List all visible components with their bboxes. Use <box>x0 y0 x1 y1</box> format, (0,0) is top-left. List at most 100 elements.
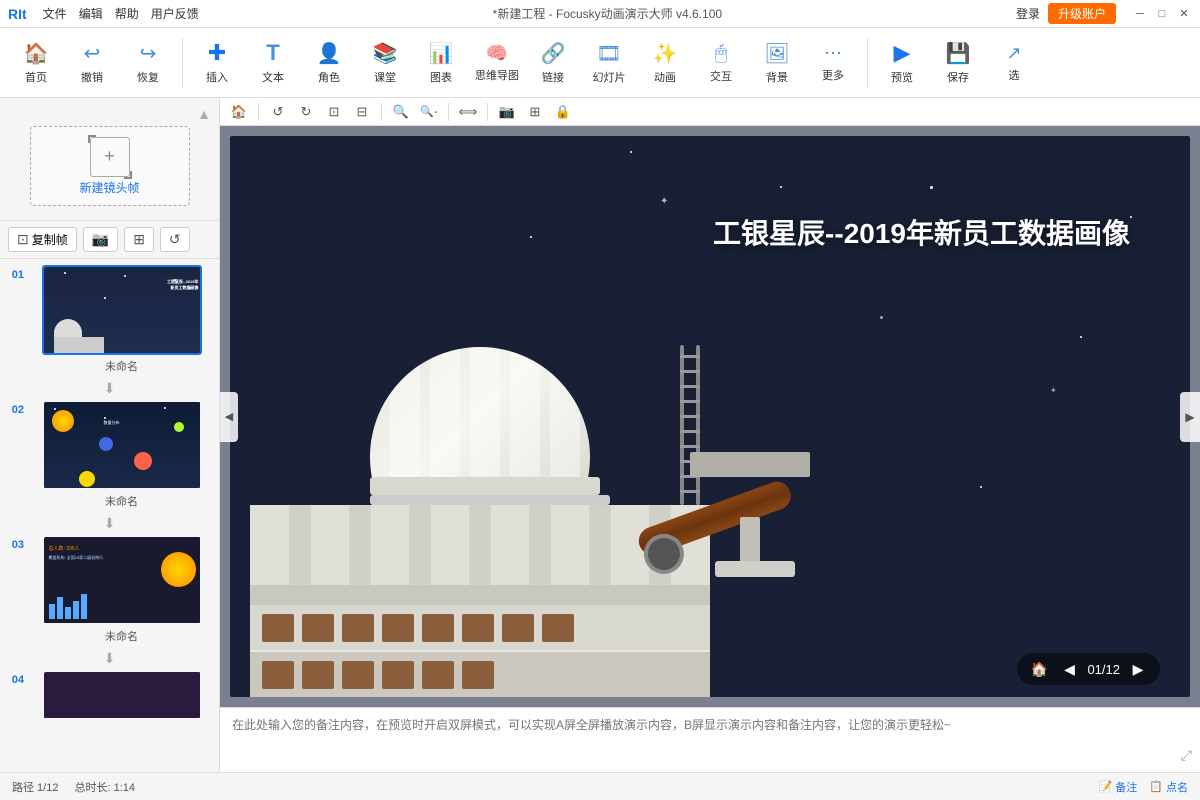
toolbar-select-label: 选 <box>1009 67 1020 83</box>
slide-navigation: 🏠 ◀ 01/12 ▶ <box>1017 653 1160 685</box>
interact-icon: 🖱 <box>715 42 727 65</box>
slide-thumb-wrap-1: 工银星辰--2019年新员工数据画像 未命名 <box>30 265 213 374</box>
slide-thumb-3[interactable]: 总人数: 335人 覆盖机构: 全国15家二级机构行 <box>42 535 202 625</box>
text-icon: T <box>266 40 279 66</box>
toolbar-anim[interactable]: ✨ 动画 <box>639 34 691 92</box>
toolbar-link[interactable]: 🔗 链接 <box>527 34 579 92</box>
window-title: *新建工程 - Focusky动画演示大师 v4.6.100 <box>199 5 1016 22</box>
column-4 <box>469 505 491 585</box>
toolbar-mindmap[interactable]: 🧠 思维导图 <box>471 34 523 92</box>
nav-home-button[interactable]: 🏠 <box>1027 657 1051 681</box>
separator-icon: ⬇ <box>104 380 116 397</box>
new-frame-button[interactable]: + 新建镜头帧 <box>30 126 190 206</box>
main-area: ▲ + 新建镜头帧 ⊡ 复制帧 📷 ⊞ <box>0 98 1200 772</box>
notes-expand-button[interactable]: ⤢ <box>1181 747 1192 764</box>
notes-textarea[interactable] <box>220 708 1200 772</box>
slide-item-4[interactable]: 04 <box>6 670 213 720</box>
canvas-flip2-btn[interactable]: ⊟ <box>351 101 373 123</box>
close-button[interactable]: ✕ <box>1176 6 1192 22</box>
canvas-fit-btn[interactable]: ⟺ <box>457 101 479 123</box>
login-button[interactable]: 登录 <box>1016 5 1040 22</box>
toolbar-home[interactable]: 🏠 首页 <box>10 34 62 92</box>
canvas-grid-btn[interactable]: ⊞ <box>524 101 546 123</box>
toolbar-more[interactable]: ⋯ 更多 <box>807 34 859 92</box>
nav-prev-button[interactable]: ◀ <box>1057 657 1081 681</box>
building-mid <box>250 585 710 605</box>
thumb-star <box>104 297 106 299</box>
minimize-button[interactable]: ─ <box>1132 6 1148 22</box>
sidebar-collapse-icon[interactable]: ▲ <box>197 106 211 122</box>
toolbar-role[interactable]: 👤 角色 <box>303 34 355 92</box>
more-actions-button[interactable]: ↺ <box>160 227 190 252</box>
canvas-home-btn[interactable]: 🏠 <box>228 101 250 123</box>
canvas-zoomin-btn[interactable]: 🔍 <box>390 101 412 123</box>
dome-stripes <box>370 347 590 477</box>
canvas-zoomout-btn[interactable]: 🔍- <box>418 101 440 123</box>
status-duration: 总时长: 1:14 <box>74 779 135 795</box>
slide-thumb-1[interactable]: 工银星辰--2019年新员工数据画像 <box>42 265 202 355</box>
slideshow-icon: 🎞 <box>596 41 621 66</box>
toolbar-undo[interactable]: ↩ 撤销 <box>66 34 118 92</box>
sparkle-star: ✦ <box>1050 386 1057 395</box>
notes-tool-button[interactable]: 📝 备注 <box>1099 779 1138 795</box>
thumb3-stat2-label: 覆盖机构: 全国15家二级机构行 <box>49 555 104 561</box>
insert-icon: ✚ <box>208 40 226 66</box>
toolbar-save-label: 保存 <box>947 69 969 85</box>
separator-icon-3: ⬇ <box>104 650 116 667</box>
thumb2-planet1 <box>99 437 113 451</box>
menu-help[interactable]: 帮助 <box>115 5 139 22</box>
toolbar-class-label: 课堂 <box>374 69 396 85</box>
canvas-rotate2-btn[interactable]: ↻ <box>295 101 317 123</box>
thumb-star <box>104 417 106 419</box>
toolbar-save[interactable]: 💾 保存 <box>932 34 984 92</box>
callout-tool-button[interactable]: 📋 点名 <box>1149 779 1188 795</box>
slide-item-1[interactable]: 01 工银星辰--2019年新员工数据画像 <box>6 265 213 374</box>
home-icon: 🏠 <box>24 41 49 66</box>
menu-file[interactable]: 文件 <box>43 5 67 22</box>
frame-tool-button[interactable]: ⊞ <box>124 227 154 252</box>
thumb3-stat1-label: 总人数: 335人 <box>49 545 80 552</box>
toolbar-class[interactable]: 📚 课堂 <box>359 34 411 92</box>
toolbar-chart[interactable]: 📊 图表 <box>415 34 467 92</box>
column-1 <box>289 505 311 585</box>
toolbar-slideshow[interactable]: 🎞 幻灯片 <box>583 34 635 92</box>
maximize-button[interactable]: □ <box>1154 6 1170 22</box>
nav-next-button[interactable]: ▶ <box>1126 657 1150 681</box>
toolbar-select[interactable]: ↗ 选 <box>988 34 1040 92</box>
canvas-rotate-btn[interactable]: ↺ <box>267 101 289 123</box>
bg-icon: 🖼 <box>764 41 789 66</box>
telescope-platform <box>690 452 810 477</box>
menu-feedback[interactable]: 用户反馈 <box>151 5 199 22</box>
toolbar-redo[interactable]: ↪ 恢复 <box>122 34 174 92</box>
toolbar-bg[interactable]: 🖼 背景 <box>751 34 803 92</box>
toolbar-interact[interactable]: 🖱 交互 <box>695 34 747 92</box>
slide-thumb-wrap-3: 总人数: 335人 覆盖机构: 全国15家二级机构行 <box>30 535 213 644</box>
toolbar-text-label: 文本 <box>262 69 284 85</box>
camera-button[interactable]: 📷 <box>83 227 118 252</box>
menu-edit[interactable]: 编辑 <box>79 5 103 22</box>
canvas-screenshot-btn[interactable]: 📷 <box>496 101 518 123</box>
canvas-flip-btn[interactable]: ⊡ <box>323 101 345 123</box>
window-controls: ─ □ ✕ <box>1132 6 1192 22</box>
toolbar-insert-label: 插入 <box>206 69 228 85</box>
toolbar-text[interactable]: T 文本 <box>247 34 299 92</box>
canvas-sep-1 <box>258 103 259 121</box>
sidebar-toggle-button[interactable]: ◀ <box>220 392 238 442</box>
thumb1-body <box>54 337 104 355</box>
star <box>1080 336 1082 338</box>
toolbar-preview[interactable]: ▶ 预览 <box>876 34 928 92</box>
copy-frame-button[interactable]: ⊡ 复制帧 <box>8 227 77 252</box>
canvas-area: 🏠 ↺ ↻ ⊡ ⊟ 🔍 🔍- ⟺ 📷 ⊞ 🔒 ◀ <box>220 98 1200 772</box>
telescope <box>610 457 810 577</box>
slide-thumb-2[interactable]: 数量分布 <box>42 400 202 490</box>
slide-item-2[interactable]: 02 数量分布 <box>6 400 213 509</box>
right-panel-toggle[interactable]: ▶ <box>1180 392 1200 442</box>
slide-separator-2: ⬇ <box>6 515 213 532</box>
thumb-slide3-bg: 总人数: 335人 覆盖机构: 全国15家二级机构行 <box>44 537 202 625</box>
canvas-lock-btn[interactable]: 🔒 <box>552 101 574 123</box>
slide-thumb-4[interactable] <box>42 670 202 720</box>
toolbar-insert[interactable]: ✚ 插入 <box>191 34 243 92</box>
dome <box>370 347 590 477</box>
slide-item-3[interactable]: 03 总人数: 335人 覆盖机构: 全国15家二级机构行 <box>6 535 213 644</box>
upgrade-button[interactable]: 升级账户 <box>1048 3 1116 24</box>
